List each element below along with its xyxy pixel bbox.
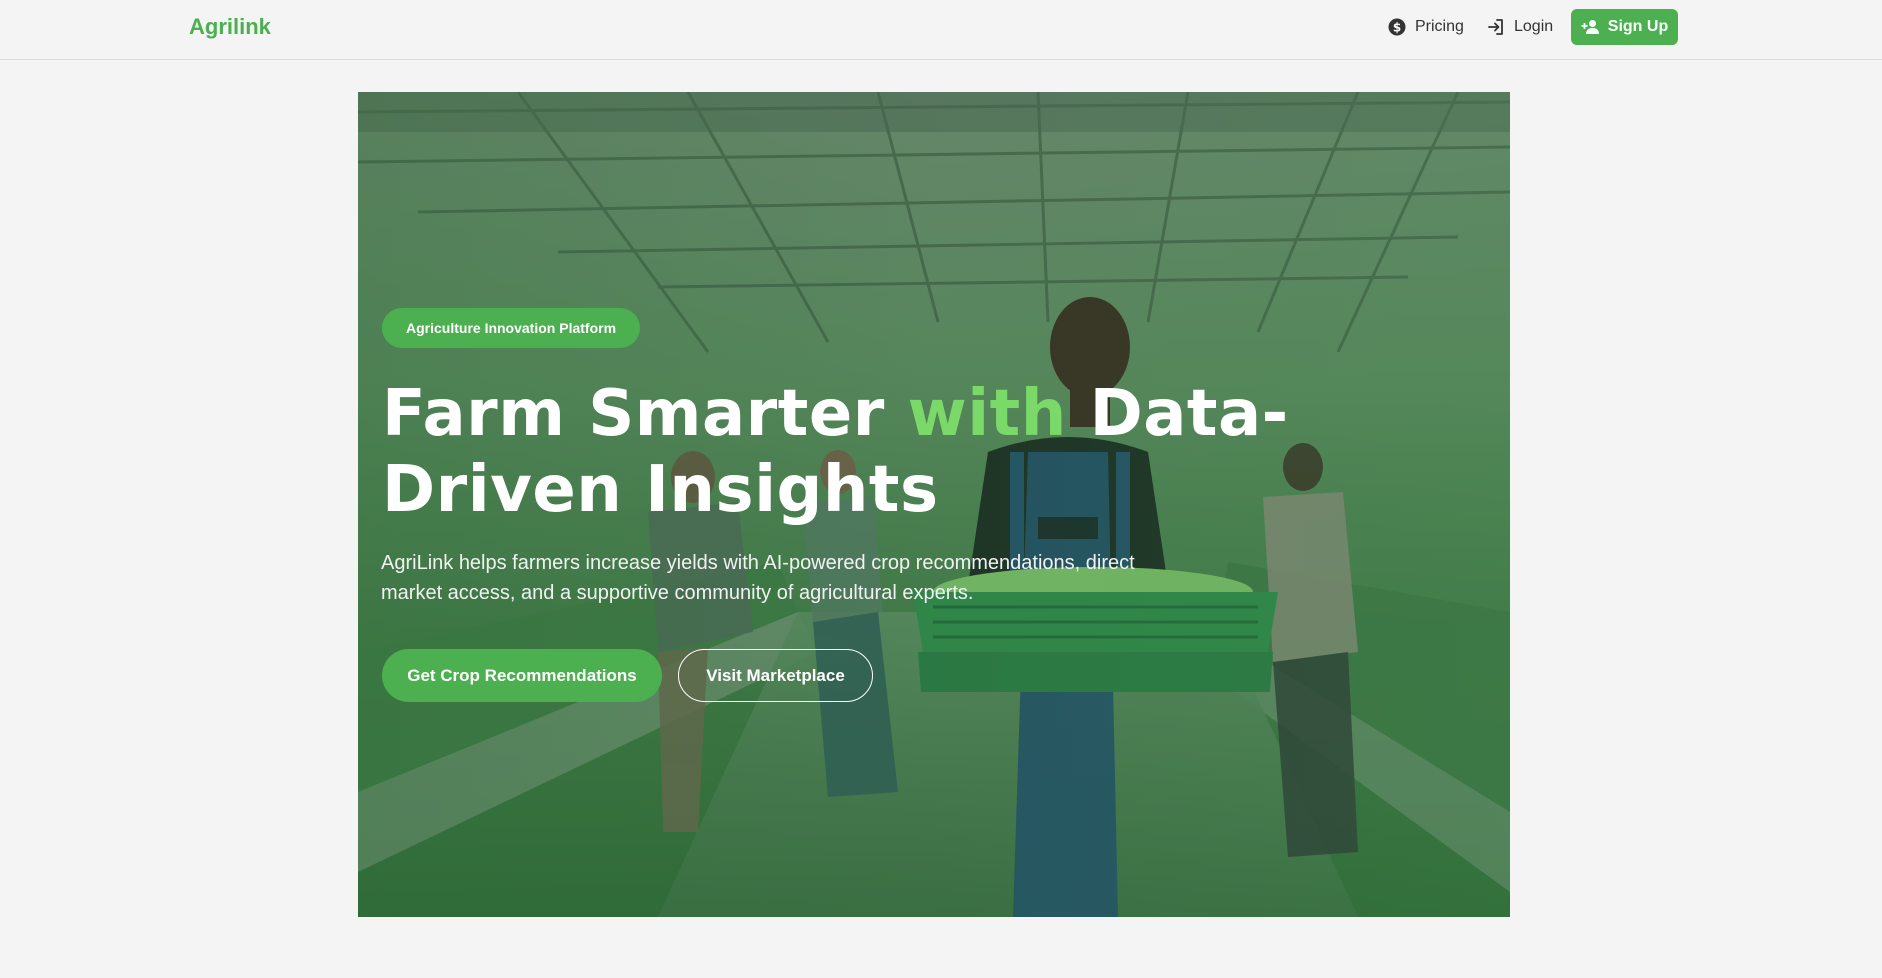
dollar-circle-icon: $	[1388, 18, 1406, 36]
svg-text:$: $	[1393, 21, 1401, 35]
platform-badge: Agriculture Innovation Platform	[382, 308, 641, 348]
nav-pricing-link[interactable]: $ Pricing	[1387, 17, 1464, 37]
hero-headline: Farm Smarter with Data-Driven Insights	[382, 376, 1492, 528]
get-crop-recommendations-button[interactable]: Get Crop Recommendations	[382, 649, 662, 702]
login-arrow-icon	[1488, 19, 1503, 35]
nav-login-link[interactable]: Login	[1486, 17, 1553, 37]
headline-accent: with	[907, 377, 1067, 451]
hero-subtitle: AgriLink helps farmers increase yields w…	[381, 552, 1135, 604]
nav-login-label: Login	[1514, 18, 1554, 35]
visit-marketplace-button[interactable]: Visit Marketplace	[678, 649, 873, 702]
brand-logo[interactable]: Agrilink	[189, 14, 271, 40]
headline-part-1: Farm Smarter	[382, 377, 908, 451]
person-add-icon	[1581, 20, 1599, 34]
top-navbar: Agrilink $ Pricing Login Sign Up	[0, 0, 1882, 60]
nav-pricing-label: Pricing	[1415, 18, 1464, 35]
signup-button[interactable]: Sign Up	[1571, 9, 1678, 45]
hero-section: Agriculture Innovation Platform Farm Sma…	[358, 92, 1510, 917]
signup-label: Sign Up	[1607, 18, 1669, 35]
